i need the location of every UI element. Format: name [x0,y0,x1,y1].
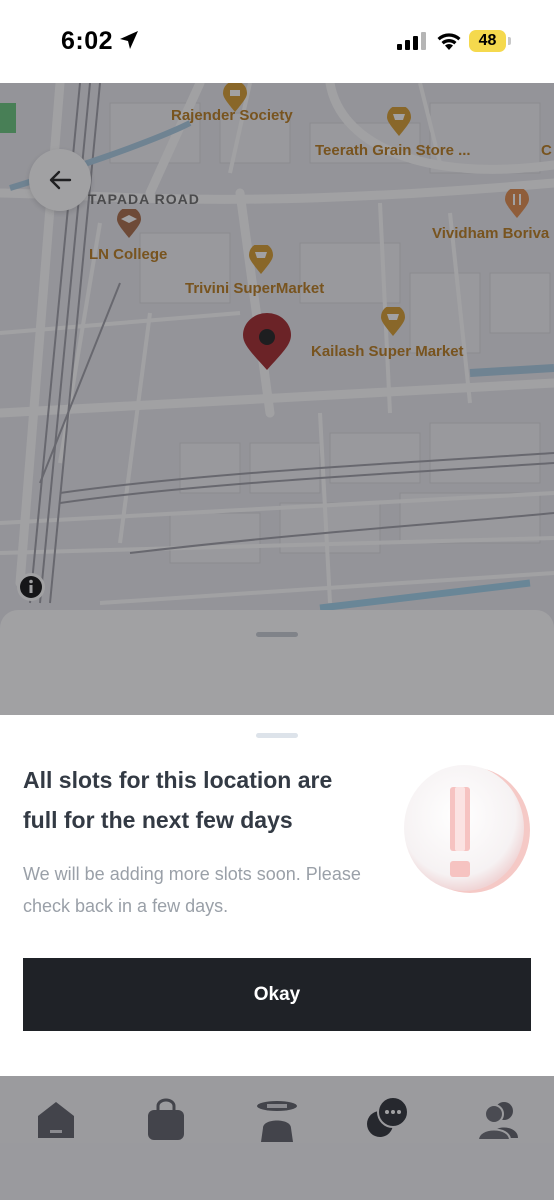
dialog-title: All slots for this location are full for… [23,767,333,833]
dialog-handle[interactable] [256,733,298,738]
battery-level: 48 [478,32,497,49]
status-time: 6:02 [61,27,114,55]
location-arrow-icon [120,31,138,49]
wifi-icon [437,33,461,50]
slots-full-dialog: All slots for this location are full for… [0,715,554,1076]
okay-button[interactable]: Okay [23,958,531,1031]
battery-icon: 48 [469,30,511,52]
status-bar: 6:02 48 [0,0,554,83]
signal-icon [397,32,426,50]
dialog-message: We will be adding more slots soon. Pleas… [23,864,361,916]
exclamation-warning-icon [404,765,530,893]
